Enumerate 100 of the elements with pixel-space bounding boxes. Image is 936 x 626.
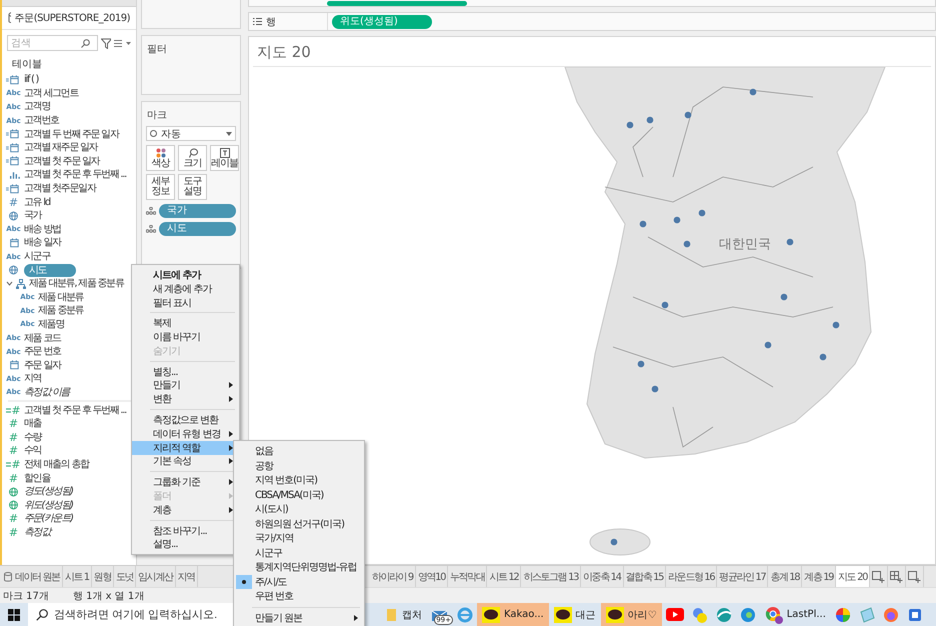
menu-item[interactable]: 만들기	[132, 378, 239, 392]
submenu-arrow-icon	[229, 430, 233, 437]
search-icon	[36, 608, 48, 620]
menu-item[interactable]: 측정값으로 변환	[132, 413, 239, 427]
data-field[interactable]: 주문(카운트)	[24, 512, 73, 526]
calculated-calendar-icon	[6, 156, 21, 166]
radio-dot-icon	[242, 580, 246, 584]
mark-property-button[interactable]: 크기	[178, 145, 207, 171]
dropdown-caret-icon	[226, 132, 232, 136]
data-field[interactable]: 할인율	[24, 472, 50, 485]
globe-icon	[6, 210, 21, 221]
data-field[interactable]: 고객별 두 번째 주문 일자	[24, 128, 119, 141]
windows-logo-icon	[8, 608, 20, 620]
card-title: 마크	[146, 109, 168, 122]
search-field[interactable]: 검색	[7, 35, 98, 51]
number-type-icon: #	[6, 526, 21, 539]
data-field[interactable]: 제품 대분류	[38, 290, 84, 304]
new-story-icon	[908, 570, 922, 583]
menu-item[interactable]: 통계지역단위명명법-유럽	[234, 560, 364, 574]
number-type-icon: #	[6, 417, 21, 430]
data-field[interactable]: 측정값	[24, 526, 50, 539]
detail-icon	[146, 225, 156, 233]
menu-item[interactable]: 필터 표시	[132, 296, 239, 310]
data-field[interactable]: 고유 Id	[24, 196, 50, 209]
mark-property-button[interactable]: 레이블	[210, 145, 239, 171]
mark-property-button[interactable]: 도구 설명	[178, 174, 207, 200]
list-view-icon[interactable]	[114, 38, 132, 48]
menu-item[interactable]: 변환	[132, 392, 239, 406]
card-title: 필터	[146, 43, 168, 56]
menu-item[interactable]: 시군구	[234, 546, 364, 560]
data-field[interactable]: 배송 일자	[24, 236, 61, 250]
data-field[interactable]: 고객번호	[24, 114, 59, 128]
data-field[interactable]: 전체 매출의 총합	[24, 458, 89, 471]
data-field[interactable]: 제품 대분류, 제품 중분류	[29, 277, 124, 290]
number-type-icon: #	[6, 512, 21, 526]
menu-item[interactable]: 공항	[234, 458, 364, 473]
data-field[interactable]: 지역	[24, 372, 42, 386]
taskbar-app[interactable]: LastPl...	[760, 603, 831, 626]
data-field[interactable]: 측정값 이름	[24, 386, 70, 399]
data-field[interactable]: 주문 번호	[24, 345, 61, 358]
submenu-arrow-icon	[354, 614, 358, 621]
data-field[interactable]: 주문 일자	[24, 358, 61, 372]
menu-item[interactable]: 국가/지역	[234, 531, 364, 546]
taskbar-app[interactable]: 대근	[548, 603, 601, 626]
menu-item[interactable]: 시(도시)	[234, 502, 364, 516]
data-field[interactable]: 수량	[24, 430, 42, 444]
data-field[interactable]: 제품명	[38, 318, 64, 331]
detail-icon	[146, 207, 156, 215]
data-field[interactable]: 고객명	[24, 100, 50, 114]
rows-icon	[253, 18, 262, 25]
menu-item[interactable]: 시트에 추가	[132, 268, 239, 282]
globe-icon	[6, 500, 21, 510]
data-field[interactable]: 고객 세그먼트	[24, 86, 78, 100]
submenu-arrow-icon	[229, 506, 233, 513]
menu-item[interactable]: 새 계층에 추가	[132, 282, 239, 296]
menu-item[interactable]: 데이터 유형 변경	[132, 426, 239, 441]
status-text: 마크 17개	[3, 590, 49, 603]
menu-item[interactable]: 우편 번호	[234, 589, 364, 604]
data-field[interactable]: 시군구	[24, 250, 50, 264]
data-field[interactable]: 고객별 첫주문일자	[24, 182, 96, 196]
firefox-icon	[882, 606, 899, 622]
taskbar-app[interactable]: Kakao...	[477, 603, 549, 626]
mark-property-button[interactable]: 색상	[146, 145, 175, 171]
data-field[interactable]: 고객별 첫 주문 일자	[24, 154, 100, 168]
data-source-name[interactable]: 주문(SUPERSTORE_2019)	[14, 11, 130, 25]
search-input[interactable]: 검색	[11, 38, 81, 48]
menu-item[interactable]: CBSA/MSA(미국)	[234, 488, 364, 502]
menu-item[interactable]: 복제	[132, 316, 239, 330]
menu-item[interactable]: 지역 번호(미국)	[234, 473, 364, 488]
dots-icon	[692, 606, 708, 622]
menu-item[interactable]: 주/시/도	[234, 574, 364, 589]
calculated-calendar-icon	[6, 142, 21, 153]
chrome-icon	[764, 606, 783, 624]
chat-bubble-icon	[482, 606, 500, 622]
menu-item[interactable]: 하원의원 선거구(미국)	[234, 516, 364, 531]
data-field[interactable]: iif ( )	[24, 73, 38, 86]
data-field[interactable]: 매출	[24, 417, 42, 430]
number-type-icon: #	[6, 472, 21, 485]
menu-item[interactable]: 이름 바꾸기	[132, 330, 239, 344]
taskbar-app[interactable]: 아리♡	[600, 603, 662, 626]
data-field[interactable]: 위도(생성됨)	[24, 498, 73, 512]
menu-item[interactable]: 별칭...	[132, 364, 239, 379]
taskbar-app[interactable]: 캡처	[381, 603, 427, 626]
data-field[interactable]: 수익	[24, 444, 42, 458]
data-field[interactable]: 고객별 재주문 일자	[24, 141, 98, 154]
filter-icon[interactable]	[100, 38, 112, 48]
number-type-icon: #	[6, 196, 21, 209]
collapse-caret-icon[interactable]	[6, 280, 13, 288]
data-field[interactable]: 제품 코드	[24, 332, 61, 345]
data-field[interactable]: 제품 중분류	[38, 304, 84, 318]
shelf-pill[interactable]	[327, 0, 467, 6]
data-field[interactable]: 국가	[24, 209, 42, 222]
data-field[interactable]: 고객별 첫 주문 후 두번째 ...	[24, 168, 126, 182]
mark-type-dropdown[interactable]: 자동	[146, 126, 236, 141]
submenu-arrow-icon	[229, 444, 233, 451]
data-field[interactable]: 경도(생성됨)	[24, 485, 73, 498]
data-field[interactable]: 배송 방법	[24, 222, 61, 236]
sheet-tab[interactable]: 지도 20	[836, 566, 870, 588]
mark-property-button[interactable]: 세부 정보	[146, 174, 175, 200]
data-field[interactable]: 고객별 첫 주문 후 두번째 ...	[24, 404, 126, 417]
